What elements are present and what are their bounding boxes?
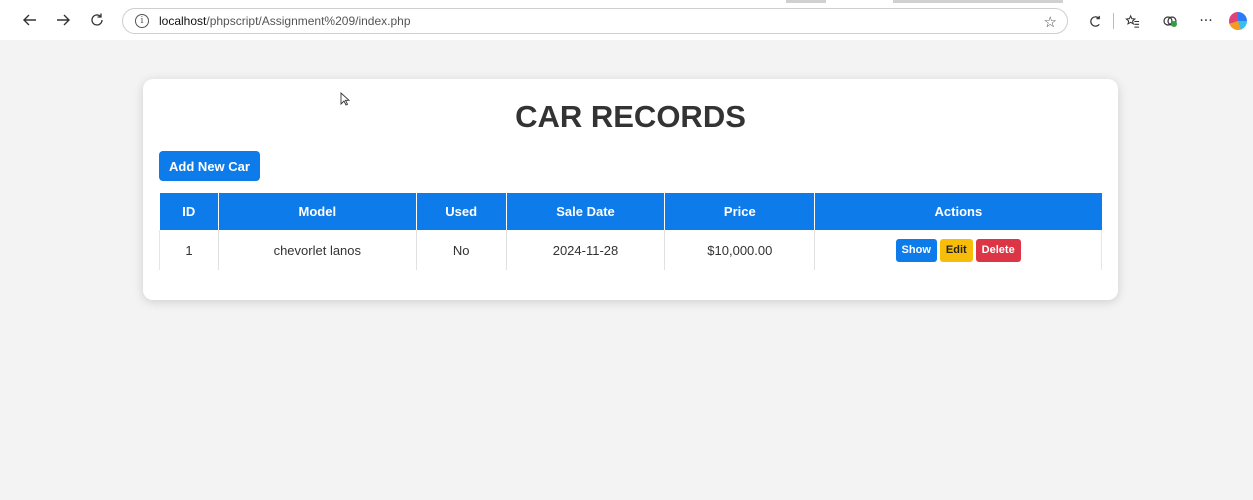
forward-icon[interactable] <box>50 7 76 33</box>
cell-price: $10,000.00 <box>664 230 815 270</box>
toolbar-divider <box>1113 13 1114 29</box>
more-icon[interactable]: ··· <box>1191 8 1221 34</box>
toolbar-right: ··· <box>1080 8 1253 34</box>
page-title: CAR RECORDS <box>515 99 746 134</box>
tab-edge <box>786 0 826 3</box>
address-bar[interactable]: i localhost/phpscript/Assignment%209/ind… <box>122 8 1068 34</box>
table-row: 1 chevorlet lanos No 2024-11-28 $10,000.… <box>159 230 1102 270</box>
delete-button[interactable]: Delete <box>975 238 1021 262</box>
car-records-table: ID Model Used Sale Date Price Actions 1 … <box>159 193 1102 270</box>
header-id: ID <box>159 193 219 230</box>
cell-model: chevorlet lanos <box>217 230 417 270</box>
header-actions: Actions <box>814 193 1102 230</box>
cell-used: No <box>415 230 507 270</box>
browser-toolbar: i localhost/phpscript/Assignment%209/ind… <box>0 0 1253 40</box>
mouse-cursor-icon <box>340 92 350 106</box>
cell-id: 1 <box>159 230 219 270</box>
url-text[interactable]: localhost/phpscript/Assignment%209/index… <box>159 14 411 28</box>
extensions-icon[interactable] <box>1155 8 1185 34</box>
refresh-icon[interactable] <box>84 7 110 33</box>
refresh-alt-icon[interactable] <box>1080 8 1110 34</box>
cell-sale-date: 2024-11-28 <box>505 230 665 270</box>
cell-actions: Show Edit Delete <box>814 230 1102 270</box>
show-button[interactable]: Show <box>895 238 937 262</box>
records-card: CAR RECORDS Add New Car ID Model Used Sa… <box>143 79 1118 300</box>
header-used: Used <box>415 193 507 230</box>
add-new-car-button[interactable]: Add New Car <box>159 151 260 181</box>
back-icon[interactable] <box>17 7 43 33</box>
header-sale-date: Sale Date <box>505 193 665 230</box>
star-icon[interactable]: ☆ <box>1044 13 1057 31</box>
favorites-icon[interactable] <box>1117 8 1147 34</box>
url-host: localhost <box>159 14 207 28</box>
header-price: Price <box>664 193 815 230</box>
edit-button[interactable]: Edit <box>939 238 973 262</box>
tab-edge <box>893 0 1063 3</box>
copilot-icon[interactable] <box>1223 8 1253 34</box>
row-actions: Show Edit Delete <box>815 238 1101 262</box>
info-icon[interactable]: i <box>135 14 149 28</box>
url-path: /phpscript/Assignment%209/index.php <box>206 14 411 28</box>
header-model: Model <box>217 193 417 230</box>
table-header-row: ID Model Used Sale Date Price Actions <box>159 193 1102 230</box>
